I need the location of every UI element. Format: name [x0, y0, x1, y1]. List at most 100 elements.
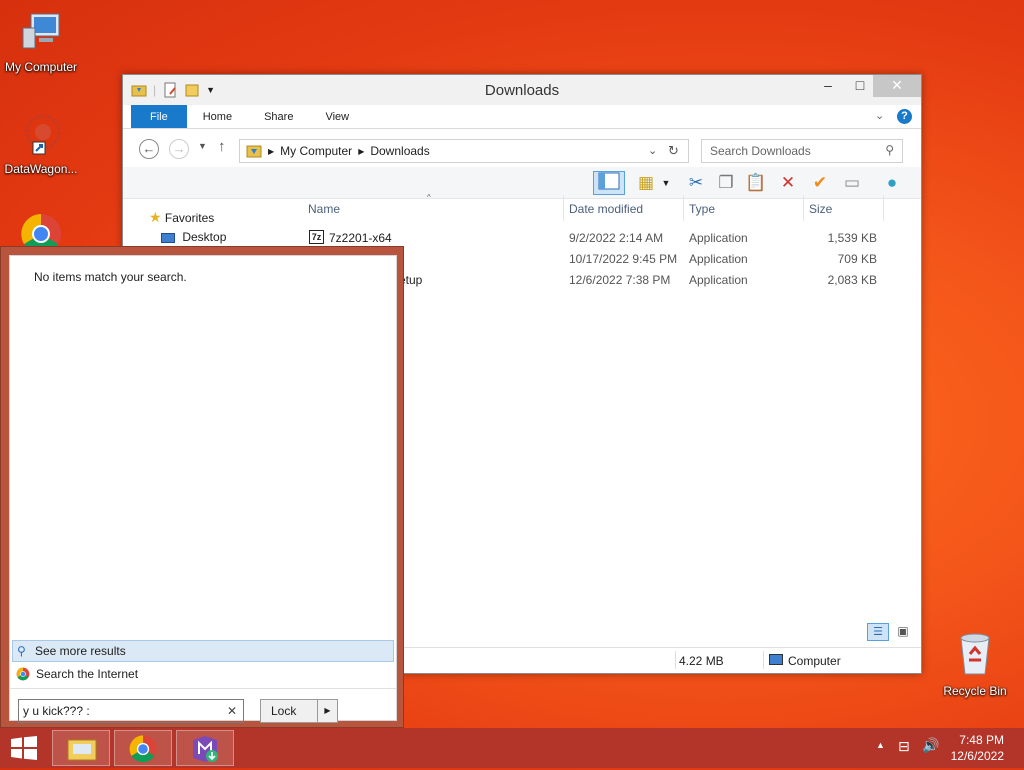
installer-icon [193, 736, 218, 762]
chevron-down-icon[interactable]: ▼ [659, 171, 673, 195]
cut-icon[interactable]: ✂ [683, 171, 709, 195]
taskbar-chrome[interactable] [114, 730, 172, 766]
window-title: Downloads [484, 82, 560, 99]
refresh-icon[interactable]: ↻ [668, 143, 679, 159]
file-date: 12/6/2022 7:38 PM [569, 273, 671, 287]
file-type: Application [689, 231, 748, 245]
title-bar: | ▼ Downloads – □ ✕ [123, 75, 921, 105]
chevron-right-icon: ▶ [358, 146, 365, 156]
file-size: 2,083 KB [827, 273, 877, 287]
taskbar-installer[interactable] [176, 730, 234, 766]
clock-date: 12/6/2022 [950, 749, 1004, 763]
column-date-modified[interactable]: Date modified [569, 202, 643, 216]
desktop-icon-label: My Computer [4, 60, 78, 74]
computer-icon [22, 13, 60, 49]
recent-locations-icon[interactable]: ▼ [198, 141, 207, 151]
status-location: Computer [788, 654, 841, 668]
start-button[interactable] [10, 736, 38, 760]
copy-icon[interactable]: ❐ [713, 171, 739, 195]
breadcrumb-downloads[interactable]: Downloads [370, 144, 429, 158]
column-size[interactable]: Size [809, 202, 832, 216]
show-hidden-icons[interactable]: ▲ [876, 740, 885, 750]
tab-file[interactable]: File [131, 105, 187, 128]
desktop-icon-label: DataWagon... [4, 162, 78, 176]
desktop-icon-datawagon[interactable]: DataWagon... [0, 112, 82, 176]
search-placeholder: Search Downloads [710, 144, 811, 158]
search-icon: ⚲ [17, 644, 26, 658]
volume-icon[interactable]: 🔊 [922, 737, 939, 754]
paste-icon[interactable]: 📋 [743, 171, 769, 195]
folder-icon [67, 739, 97, 761]
clock[interactable]: 7:48 PM 12/6/2022 [951, 732, 1004, 764]
checkmark-icon[interactable]: ✔ [807, 171, 833, 195]
search-input[interactable]: Search Downloads ⚲ [701, 139, 903, 163]
delete-icon[interactable]: ✕ [775, 171, 801, 195]
status-size: 4.22 MB [679, 654, 724, 668]
search-internet-label: Search the Internet [36, 667, 139, 681]
details-view-icon[interactable]: ☰ [867, 623, 889, 641]
back-button[interactable]: ← [139, 139, 159, 159]
search-results: No items match your search. ⚲ See more r… [9, 255, 397, 723]
tab-view[interactable]: View [309, 105, 365, 128]
folder-check-icon[interactable]: ▦ [633, 171, 659, 195]
up-button[interactable]: ↑ [218, 138, 226, 155]
chevron-down-icon[interactable]: ⌄ [648, 144, 657, 157]
application-icon: 7z [309, 230, 324, 244]
start-search-panel: No items match your search. ⚲ See more r… [0, 246, 404, 728]
address-row: ← → ▼ ↑ ▶ My Computer ▶ Downloads ⌄ ↻ Se… [123, 129, 921, 167]
column-divider [683, 195, 684, 221]
clear-icon[interactable]: ✕ [227, 700, 237, 722]
ribbon-tabs: File Home Share View ⌄ ? [123, 105, 921, 129]
chrome-icon [129, 735, 157, 763]
lock-label: Lock [271, 704, 297, 718]
nav-label: Favorites [164, 211, 215, 225]
sort-indicator-icon: ^ [427, 193, 431, 202]
file-date: 9/2/2022 2:14 AM [569, 231, 664, 245]
nav-favorites[interactable]: ★ Favorites [149, 209, 214, 226]
lock-options-arrow[interactable]: ▶ [317, 700, 337, 722]
maximize-button[interactable]: □ [843, 75, 877, 97]
preview-pane-icon[interactable] [593, 171, 625, 195]
monitor-icon [769, 654, 783, 665]
expand-ribbon-icon[interactable]: ⌄ [875, 109, 884, 122]
tab-home[interactable]: Home [187, 105, 248, 128]
search-internet[interactable]: Search the Internet [12, 664, 394, 686]
network-icon[interactable]: ● [879, 171, 905, 195]
close-button[interactable]: ✕ [873, 75, 921, 97]
recycle-bin-icon [960, 633, 990, 675]
large-icons-view-icon[interactable]: ▣ [893, 623, 913, 641]
lock-button[interactable]: Lock ▶ [260, 699, 338, 723]
file-type: Application [689, 273, 748, 287]
command-toolbar: ▦ ▼ ✂ ❐ 📋 ✕ ✔ ▭ ● [123, 167, 921, 199]
desktop-icon-my-computer[interactable]: My Computer [0, 10, 82, 74]
column-type[interactable]: Type [689, 202, 715, 216]
taskbar: ▲ ⊟ 🔊 7:48 PM 12/6/2022 [0, 728, 1024, 768]
see-more-results[interactable]: ⚲ See more results [12, 640, 394, 662]
column-divider [883, 195, 884, 221]
tab-share[interactable]: Share [248, 105, 309, 128]
chrome-icon [16, 667, 30, 681]
status-divider [675, 651, 676, 669]
breadcrumb-my-computer[interactable]: My Computer [280, 144, 352, 158]
desktop-icon-label: Recycle Bin [943, 684, 1007, 698]
file-size: 1,539 KB [827, 231, 877, 245]
network-icon[interactable]: ⊟ [898, 738, 910, 755]
taskbar-file-explorer[interactable] [52, 730, 110, 766]
column-name[interactable]: Name [308, 202, 340, 216]
rename-icon[interactable]: ▭ [839, 171, 865, 195]
no-results-message: No items match your search. [34, 270, 187, 284]
file-name: 7z2201-x64 [329, 231, 392, 245]
minimize-button[interactable]: – [811, 75, 845, 97]
clock-time: 7:48 PM [959, 733, 1004, 747]
help-icon[interactable]: ? [897, 109, 912, 124]
star-icon: ★ [149, 209, 162, 225]
start-search-input[interactable]: y u kick??? : ✕ [18, 699, 244, 723]
desktop-icon-recycle-bin[interactable]: Recycle Bin [934, 630, 1016, 698]
file-size: 709 KB [837, 252, 877, 266]
status-divider [763, 651, 764, 669]
forward-button[interactable]: → [169, 139, 189, 159]
chevron-right-icon: ▶ [268, 146, 275, 156]
search-icon[interactable]: ⚲ [885, 143, 894, 157]
file-type: Application [689, 252, 748, 266]
address-bar[interactable]: ▶ My Computer ▶ Downloads ⌄ ↻ [239, 139, 689, 163]
